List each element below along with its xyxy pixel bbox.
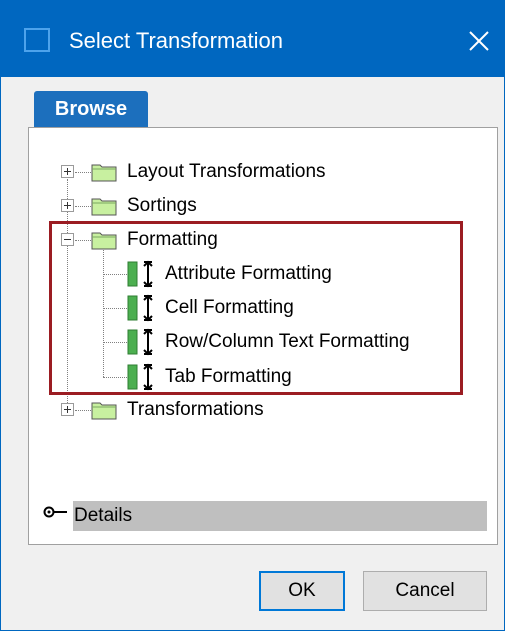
ok-button[interactable]: OK [259,571,345,611]
folder-icon [91,198,117,216]
window-icon [24,28,50,52]
expand-icon[interactable] [61,165,74,178]
tree-item-transformations[interactable]: Transformations [59,397,319,423]
details-label: Details [74,505,133,526]
title-bar: Select Transformation [1,1,504,77]
formatting-highlight-box [49,221,463,395]
folder-icon [91,402,117,420]
expand-icon[interactable] [61,403,74,416]
window-title: Select Transformation [69,28,283,53]
expand-icon[interactable] [61,199,74,212]
expand-details-icon[interactable] [43,505,69,519]
tree-item-label: Sortings [127,195,197,216]
close-button[interactable] [453,15,505,67]
select-transformation-dialog: Select Transformation Browse Layout Tran… [0,0,505,631]
tree-item-label: Layout Transformations [127,161,326,182]
tree-item-label: Transformations [127,399,264,420]
details-toggle[interactable]: Details [41,499,487,531]
tree-item-sortings[interactable]: Sortings [59,193,259,219]
cancel-button[interactable]: Cancel [363,571,487,611]
folder-icon [91,164,117,182]
details-bar [73,501,487,531]
close-icon [469,31,489,51]
tab-browse[interactable]: Browse [34,91,148,129]
tree-item-layout-transformations[interactable]: Layout Transformations [59,159,379,185]
